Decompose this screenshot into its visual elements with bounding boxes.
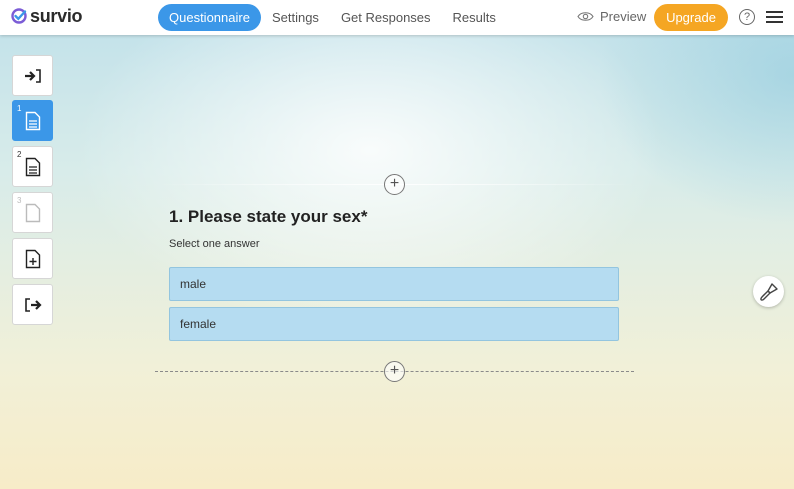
top-bar: survio Questionnaire Settings Get Respon… [0,0,794,35]
sidebar-final-page[interactable] [12,284,53,325]
sidebar-page-3[interactable]: 3 [12,192,53,233]
add-page-icon [25,249,40,268]
tab-get-responses[interactable]: Get Responses [330,4,442,31]
answer-option-female[interactable]: female [169,307,619,341]
help-icon[interactable]: ? [739,9,755,25]
sidebar-page-1[interactable]: 1 [12,100,53,141]
page-number: 1 [17,104,22,113]
page-icon [25,111,40,130]
background-glow [494,35,794,295]
preview-button[interactable]: Preview [577,9,646,24]
page-icon [25,157,40,176]
sidebar-intro-page[interactable] [12,55,53,96]
enter-icon [24,68,41,83]
sidebar-page-2[interactable]: 2 [12,146,53,187]
page-number: 2 [17,150,22,159]
question-title[interactable]: 1. Please state your sex* [169,207,367,227]
exit-icon [24,297,42,312]
main-nav: Questionnaire Settings Get Responses Res… [158,4,507,31]
blank-page-icon [25,203,40,222]
tab-settings[interactable]: Settings [261,4,330,31]
survio-logo-icon [11,8,27,24]
tab-questionnaire[interactable]: Questionnaire [158,4,261,31]
preview-label: Preview [600,9,647,24]
survio-logo[interactable]: survio [11,6,83,26]
add-question-above-icon[interactable]: + [384,174,405,195]
design-brush-button[interactable] [753,276,784,307]
hamburger-menu-icon[interactable] [766,11,783,24]
eye-icon [577,12,594,21]
sidebar-add-page[interactable] [12,238,53,279]
page-number: 3 [17,196,22,205]
question-instruction: Select one answer [169,238,260,250]
paint-brush-icon [759,282,778,301]
add-question-below-icon[interactable]: + [384,361,405,382]
upgrade-button[interactable]: Upgrade [654,4,728,31]
answer-option-male[interactable]: male [169,267,619,301]
logo-text: survio [30,6,83,26]
tab-results[interactable]: Results [442,4,507,31]
